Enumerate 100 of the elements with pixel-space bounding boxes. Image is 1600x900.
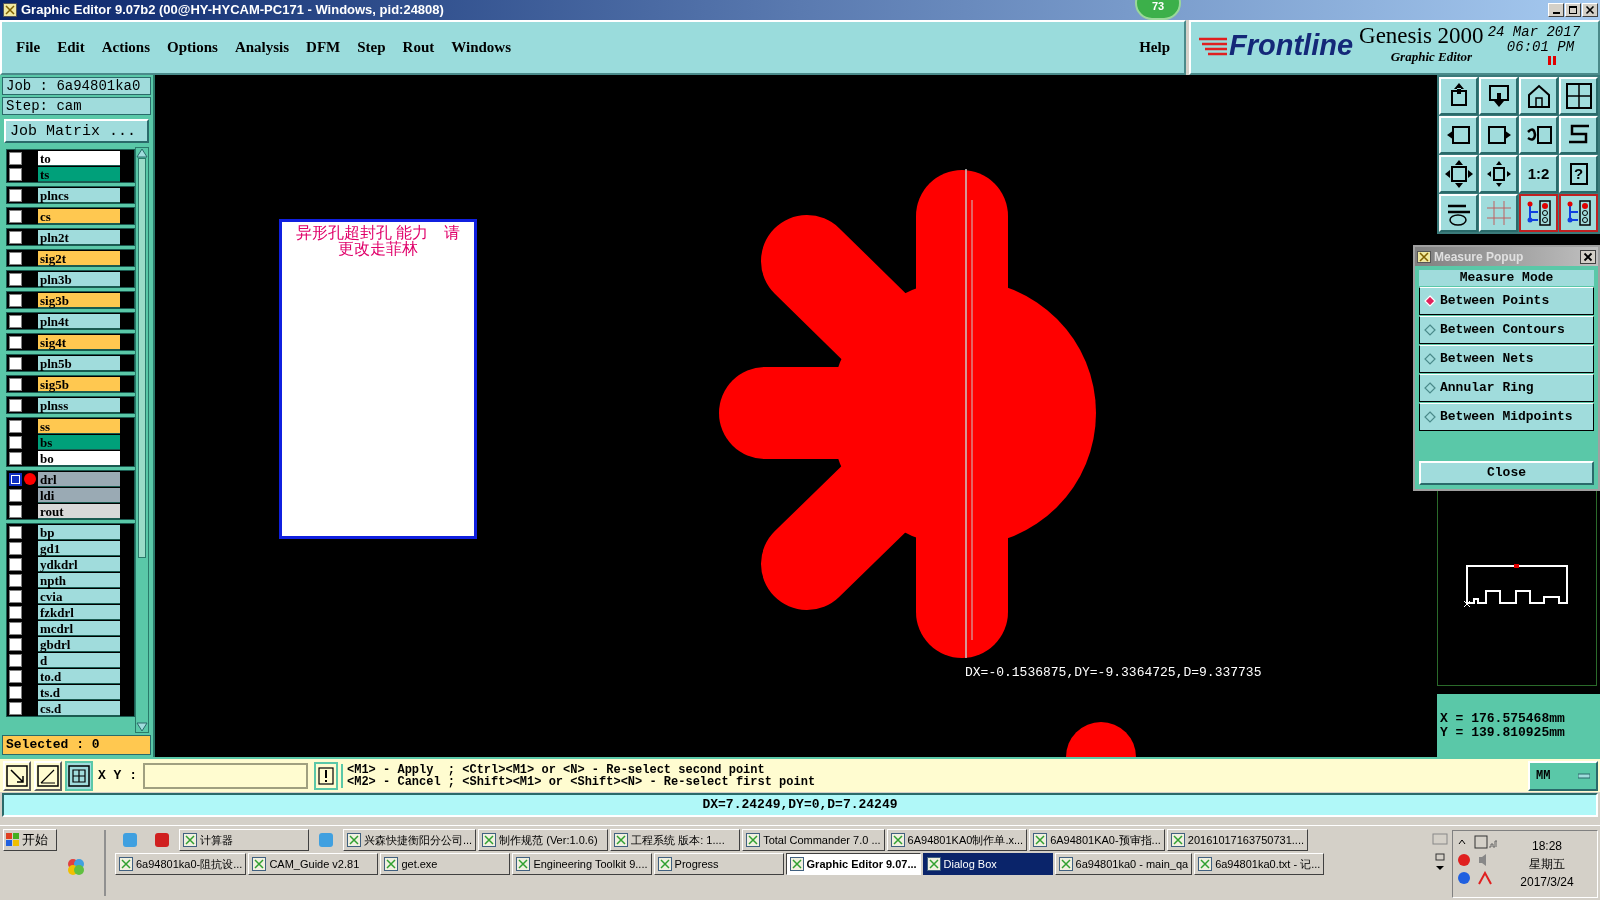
- scroll-down-icon[interactable]: [136, 722, 148, 732]
- layer-checkbox[interactable]: [9, 356, 22, 370]
- layer-name[interactable]: ydkdrl: [38, 556, 120, 572]
- layer-checkbox[interactable]: [9, 573, 22, 587]
- toolbar-button[interactable]: [1519, 194, 1558, 232]
- start-button[interactable]: 开始: [3, 829, 57, 851]
- tool-button[interactable]: [65, 760, 93, 791]
- menu-item[interactable]: Analysis: [234, 36, 290, 59]
- layer-name[interactable]: bs: [38, 434, 120, 450]
- scroll-thumb[interactable]: [138, 158, 146, 558]
- toolbar-button[interactable]: ?: [1559, 155, 1598, 193]
- measure-mode-option[interactable]: Between Nets: [1419, 345, 1594, 373]
- layer-checkbox[interactable]: [9, 188, 22, 202]
- layer-name[interactable]: cs.d: [38, 700, 120, 716]
- layer-name[interactable]: mcdrl: [38, 620, 120, 636]
- layer-checkbox[interactable]: [9, 605, 22, 619]
- layer-checkbox[interactable]: [9, 419, 22, 433]
- layer-name[interactable]: pln5b: [38, 355, 120, 371]
- layer-name[interactable]: bp: [38, 524, 120, 540]
- menu-item[interactable]: Edit: [57, 36, 85, 59]
- layer-checkbox[interactable]: [9, 293, 22, 307]
- layer-name[interactable]: pln2t: [38, 229, 120, 245]
- measure-mode-option[interactable]: Between Midpoints: [1419, 403, 1594, 431]
- execute-button[interactable]: [314, 761, 338, 790]
- radio-diamond-icon[interactable]: [1424, 382, 1436, 394]
- menu-item[interactable]: Actions: [101, 36, 150, 59]
- layer-checkbox[interactable]: [9, 557, 22, 571]
- radio-diamond-icon[interactable]: [1424, 324, 1436, 336]
- menu-item[interactable]: DFM: [306, 36, 341, 59]
- layer-checkbox[interactable]: [9, 525, 22, 539]
- layer-checkbox[interactable]: [9, 488, 22, 502]
- layer-checkbox[interactable]: [9, 701, 22, 715]
- taskbar-button[interactable]: Engineering Toolkit 9....: [512, 853, 652, 875]
- layer-name[interactable]: to.d: [38, 668, 120, 684]
- layer-name[interactable]: bo: [38, 450, 120, 466]
- xy-input[interactable]: [143, 762, 308, 789]
- taskbar-button[interactable]: Dialog Box: [922, 853, 1053, 875]
- layer-checkbox[interactable]: [9, 209, 22, 223]
- layer-checkbox[interactable]: [9, 335, 22, 349]
- scroll-up-icon[interactable]: [136, 148, 148, 158]
- layer-name[interactable]: rout: [38, 503, 120, 519]
- layer-checkbox[interactable]: [9, 472, 22, 486]
- toolbar-button[interactable]: 1:2: [1519, 155, 1558, 193]
- layer-name[interactable]: sig2t: [38, 250, 120, 266]
- layer-name[interactable]: gd1: [38, 540, 120, 556]
- layer-checkbox[interactable]: [9, 504, 22, 518]
- maximize-button[interactable]: [1565, 3, 1581, 17]
- menu-item[interactable]: File: [16, 36, 41, 59]
- taskbar-button[interactable]: 兴森快捷衡阳分公司...: [343, 829, 477, 851]
- taskbar-button[interactable]: CAM_Guide v2.81: [248, 853, 379, 875]
- taskbar-button[interactable]: 工程系统 版本: 1....: [610, 829, 741, 851]
- layer-name[interactable]: plnss: [38, 397, 120, 413]
- close-button[interactable]: [1580, 249, 1596, 264]
- close-button[interactable]: Close: [1419, 461, 1594, 485]
- menu-item[interactable]: Step: [357, 36, 386, 59]
- layer-name[interactable]: plncs: [38, 187, 120, 203]
- unit-dropdown[interactable]: MM: [1528, 760, 1598, 791]
- layer-checkbox[interactable]: [9, 653, 22, 667]
- layer-name[interactable]: drl: [38, 471, 120, 487]
- measure-mode-option[interactable]: Annular Ring: [1419, 374, 1594, 402]
- layer-name[interactable]: d: [38, 652, 120, 668]
- layer-checkbox[interactable]: [9, 541, 22, 555]
- measure-mode-option[interactable]: Between Contours: [1419, 316, 1594, 344]
- layer-name[interactable]: sig3b: [38, 292, 120, 308]
- taskbar-button[interactable]: Graphic Editor 9.07...: [785, 853, 921, 875]
- measure-mode-option[interactable]: Between Points: [1419, 287, 1594, 315]
- taskbar-button[interactable]: 6a94801ka0 - main_qa: [1054, 853, 1193, 875]
- taskbar-button[interactable]: Total Commander 7.0 ...: [742, 829, 885, 851]
- taskbar-button[interactable]: 计算器: [179, 829, 309, 851]
- colored-circles-icon[interactable]: [67, 858, 85, 876]
- taskbar-button[interactable]: Progress: [653, 853, 784, 875]
- layer-name[interactable]: ldi: [38, 487, 120, 503]
- layer-name[interactable]: cs: [38, 208, 120, 224]
- layer-checkbox[interactable]: [9, 451, 22, 465]
- layer-checkbox[interactable]: [9, 377, 22, 391]
- layer-checkbox[interactable]: [9, 314, 22, 328]
- menu-item[interactable]: Options: [167, 36, 218, 59]
- taskbar-button[interactable]: get.exe: [380, 853, 511, 875]
- layer-checkbox[interactable]: [9, 637, 22, 651]
- job-matrix-button[interactable]: Job Matrix ...: [4, 119, 149, 143]
- layer-name[interactable]: fzkdrl: [38, 604, 120, 620]
- taskbar-button[interactable]: 6A94801KA0制作单.x...: [886, 829, 1028, 851]
- toolbar-button[interactable]: [1559, 194, 1598, 232]
- layer-name[interactable]: pln4t: [38, 313, 120, 329]
- taskbar-button[interactable]: 6a94801ka0.txt - 记...: [1194, 853, 1325, 875]
- layer-name[interactable]: ts.d: [38, 684, 120, 700]
- layer-checkbox[interactable]: [9, 669, 22, 683]
- layer-name[interactable]: cvia: [38, 588, 120, 604]
- menu-item[interactable]: Rout: [402, 36, 435, 59]
- layer-name[interactable]: npth: [38, 572, 120, 588]
- taskbar-button[interactable]: 6a94801ka0-阻抗设...: [115, 853, 247, 875]
- layer-name[interactable]: gbdrl: [38, 636, 120, 652]
- layer-checkbox[interactable]: [9, 230, 22, 244]
- taskbar-button[interactable]: 6A94801KA0-预审指...: [1029, 829, 1165, 851]
- layer-name[interactable]: ts: [38, 166, 120, 182]
- layer-checkbox[interactable]: [9, 621, 22, 635]
- taskbar-button[interactable]: 制作规范 (Ver:1.0.6): [478, 829, 609, 851]
- layer-name[interactable]: pln3b: [38, 271, 120, 287]
- layer-checkbox[interactable]: [9, 589, 22, 603]
- help-menu[interactable]: Help: [1139, 36, 1170, 59]
